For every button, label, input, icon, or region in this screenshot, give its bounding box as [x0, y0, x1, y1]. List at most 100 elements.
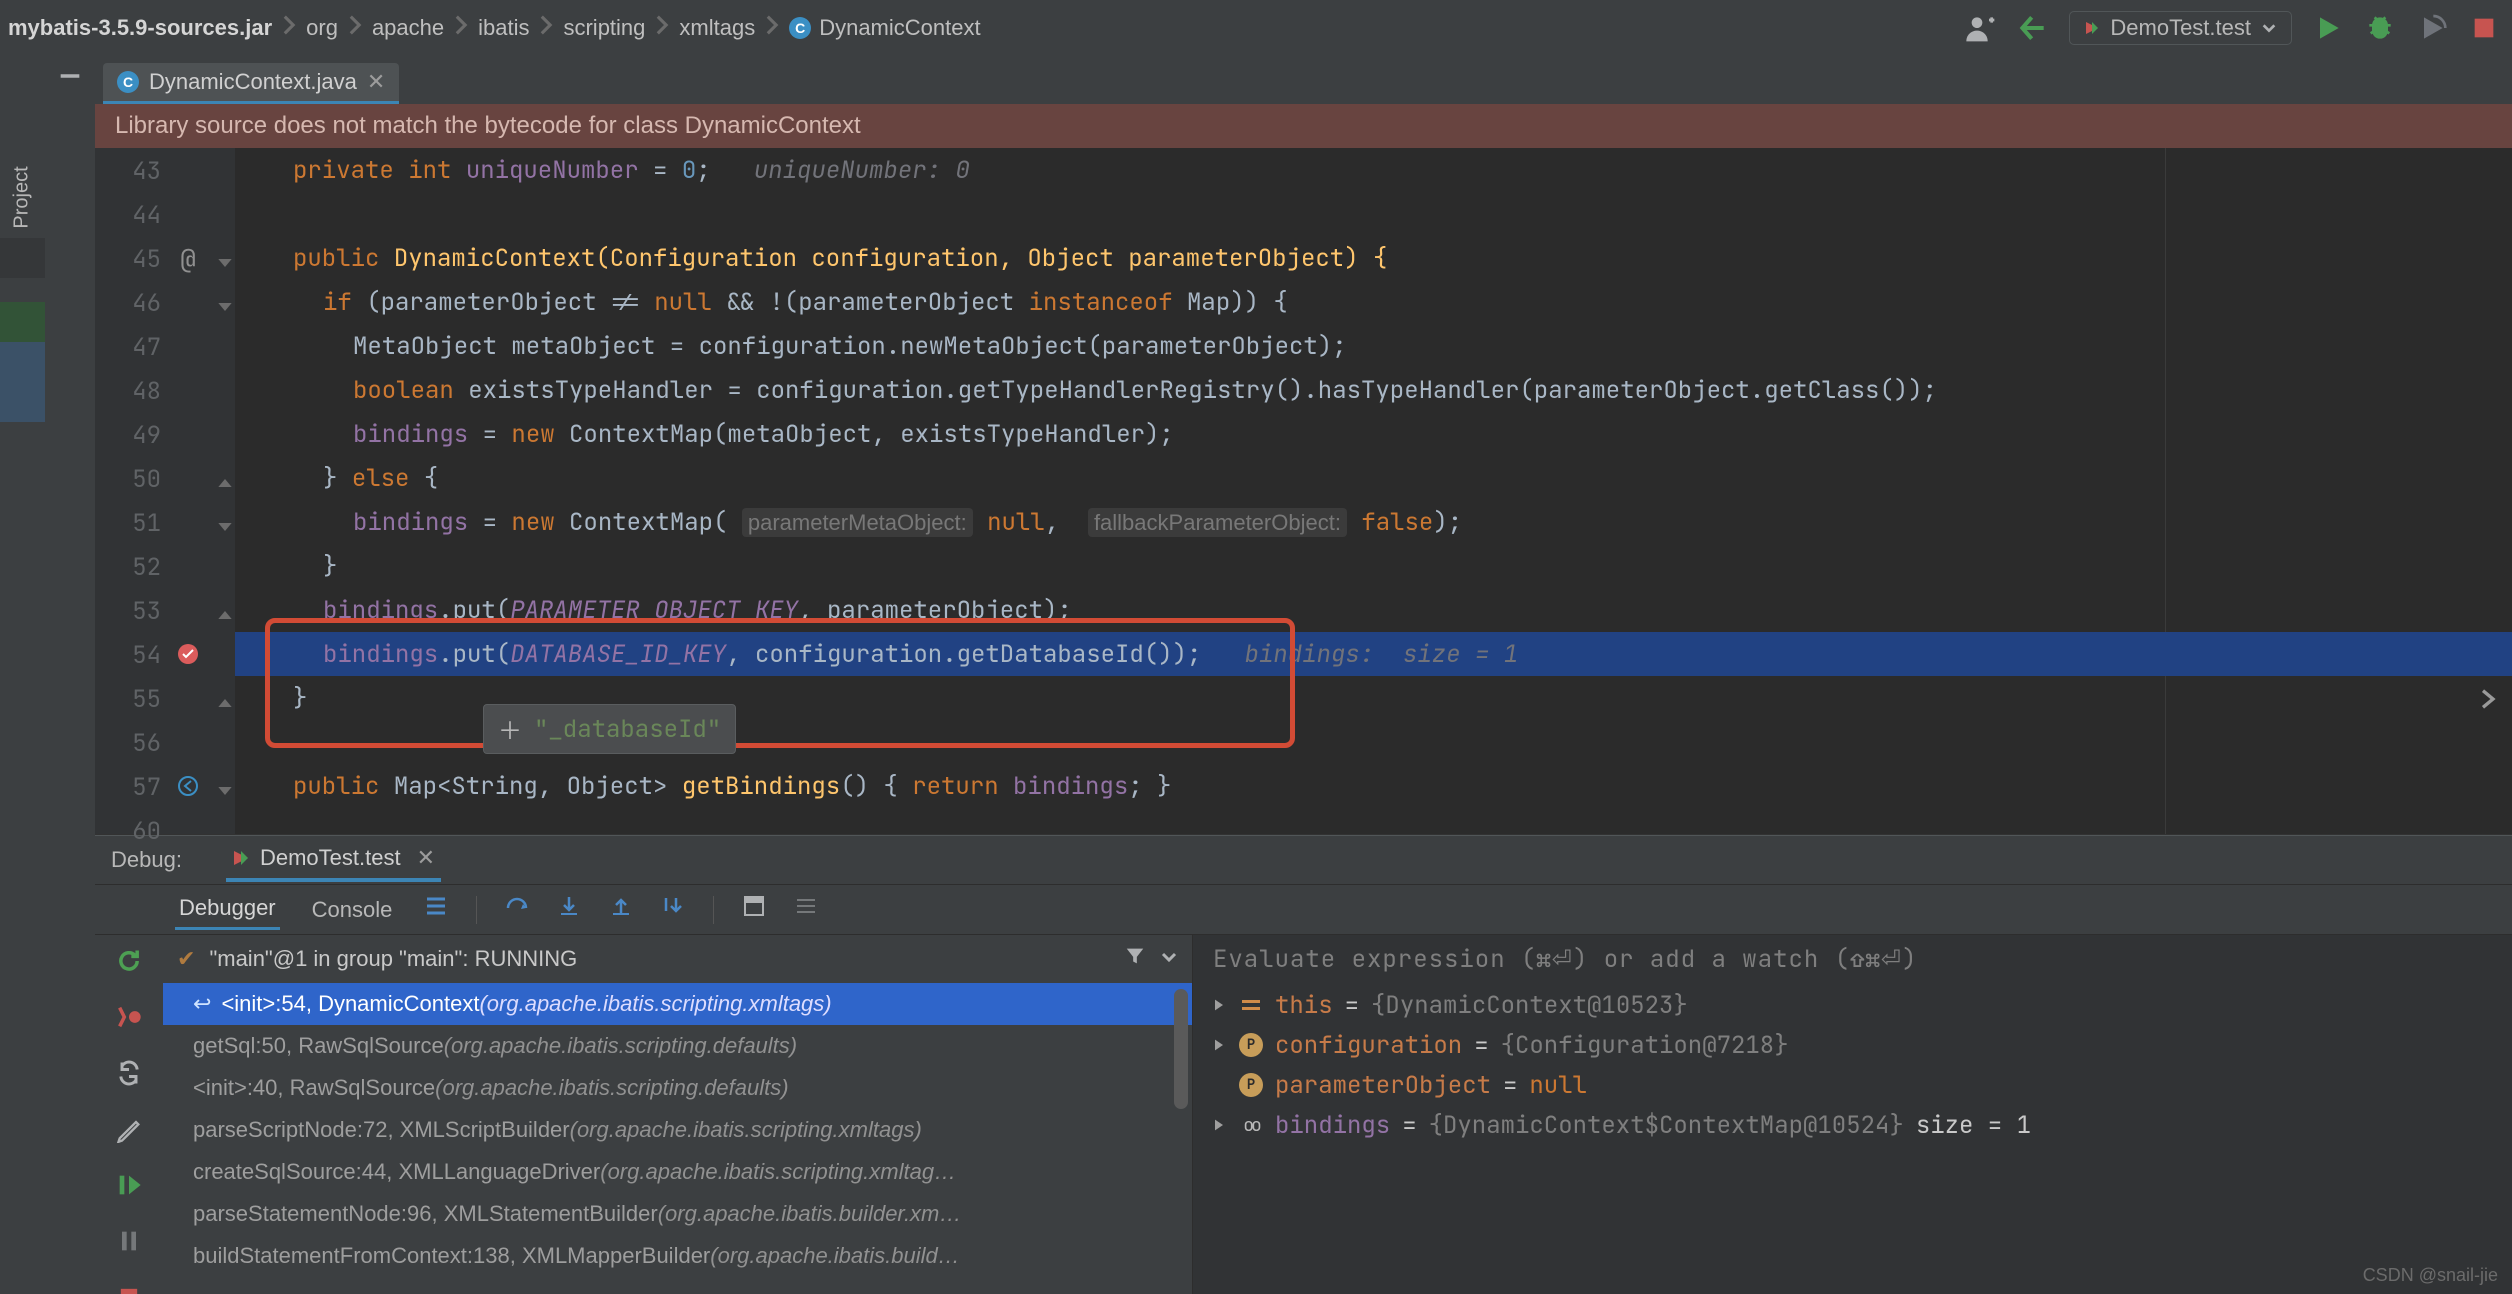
rail-marker-blue — [0, 382, 45, 422]
rerun-icon[interactable] — [115, 947, 143, 983]
trace-icon[interactable] — [794, 894, 818, 926]
frame-text: <init>:40, RawSqlSource — [193, 1075, 435, 1101]
editor-stack: C DynamicContext.java ✕ Library source d… — [95, 56, 2512, 1294]
chevron-right-icon[interactable] — [1211, 1030, 1227, 1061]
breadcrumb-ibatis[interactable]: ibatis — [478, 15, 529, 41]
stack-frame[interactable]: <init>:40, RawSqlSource (org.apache.ibat… — [163, 1067, 1192, 1109]
line-number: 51 — [95, 502, 161, 546]
code-line: bindings = new ContextMap(metaObject, ex… — [235, 412, 2512, 456]
user-icon[interactable] — [1965, 12, 1997, 44]
line-number: 49 — [95, 414, 161, 458]
update-icon[interactable] — [115, 1059, 143, 1095]
project-tool-tab[interactable]: Project — [11, 166, 34, 228]
step-over-icon[interactable] — [505, 894, 529, 926]
run-button[interactable] — [2312, 12, 2344, 44]
close-tab-icon[interactable]: ✕ — [367, 69, 385, 95]
run-configuration-selector[interactable]: DemoTest.test — [2069, 11, 2292, 45]
filter-icon[interactable] — [1124, 945, 1146, 973]
fold-icon[interactable] — [217, 248, 233, 264]
debugger-tab[interactable]: Debugger — [175, 889, 280, 930]
code-line: } else { — [235, 456, 2512, 500]
breadcrumb-class[interactable]: DynamicContext — [819, 15, 980, 41]
chevron-right-icon — [529, 13, 563, 43]
top-bar: mybatis-3.5.9-sources.jar org apache iba… — [0, 0, 2512, 56]
chevron-down-icon[interactable] — [1160, 946, 1178, 972]
watch-input[interactable]: Evaluate expression (⌘⏎) or add a watch … — [1193, 935, 2512, 983]
code-body[interactable]: private int uniqueNumber = 0; uniqueNumb… — [235, 148, 2512, 834]
code-line: public Map<String, Object> getBindings()… — [235, 764, 2512, 808]
settings-icon[interactable] — [115, 1115, 143, 1151]
test-icon — [2084, 20, 2100, 36]
evaluate-icon[interactable] — [742, 894, 766, 926]
coverage-button[interactable] — [2416, 12, 2448, 44]
modify-run-icon[interactable] — [115, 1003, 143, 1039]
threads-view-icon[interactable] — [424, 894, 448, 926]
fold-end-icon[interactable] — [217, 688, 233, 704]
pause-icon[interactable] — [115, 1227, 143, 1263]
separator — [713, 896, 714, 924]
fold-icon[interactable] — [217, 292, 233, 308]
debug-header: Debug: DemoTest.test ✕ — [95, 835, 2512, 885]
close-icon[interactable]: ✕ — [417, 845, 435, 871]
stack-frame[interactable]: parseScriptNode:72, XMLScriptBuilder (or… — [163, 1109, 1192, 1151]
fold-end-icon[interactable] — [217, 600, 233, 616]
variable-row[interactable]: P configuration = {Configuration@7218} — [1193, 1025, 2512, 1065]
override-gutter-icon[interactable]: @ — [165, 236, 211, 280]
frame-text: <init>:54, DynamicContext — [221, 991, 479, 1017]
class-icon: C — [117, 71, 139, 93]
stop-icon[interactable] — [115, 1283, 143, 1294]
var-value: {DynamicContext@10523} — [1371, 990, 1688, 1021]
chevron-right-icon — [338, 13, 372, 43]
chevron-right-icon[interactable] — [1211, 1110, 1227, 1141]
stack-frame[interactable]: ↩ <init>:54, DynamicContext (org.apache.… — [163, 983, 1192, 1025]
app-root: mybatis-3.5.9-sources.jar org apache iba… — [0, 0, 2512, 1294]
breadcrumb-apache[interactable]: apache — [372, 15, 444, 41]
scrollbar[interactable] — [1174, 989, 1188, 1109]
stack-frame[interactable]: getSql:50, RawSqlSource (org.apache.ibat… — [163, 1025, 1192, 1067]
fold-icon[interactable] — [217, 512, 233, 528]
step-out-icon[interactable] — [609, 894, 633, 926]
inline-hint-popup[interactable]: ＋ "_databaseId" — [483, 704, 736, 754]
frame-text: buildStatementFromContext:138, XMLMapper… — [193, 1243, 710, 1269]
breadcrumb-root[interactable]: mybatis-3.5.9-sources.jar — [8, 15, 272, 41]
variable-row[interactable]: P parameterObject = null — [1193, 1065, 2512, 1105]
debug-button[interactable] — [2364, 12, 2396, 44]
step-into-icon[interactable] — [557, 894, 581, 926]
stack-frame[interactable]: buildStatementFromContext:138, XMLMapper… — [163, 1235, 1192, 1277]
chevron-right-icon[interactable] — [1211, 990, 1227, 1021]
console-tab[interactable]: Console — [308, 891, 397, 929]
vcs-update-icon[interactable] — [2017, 12, 2049, 44]
editor-tab[interactable]: C DynamicContext.java ✕ — [103, 63, 399, 104]
line-number: 53 — [95, 590, 161, 634]
hint-value: "_databaseId" — [534, 714, 721, 745]
breadcrumb-org[interactable]: org — [306, 15, 338, 41]
main-body: Project Commit C DynamicContext.java ✕ L… — [0, 56, 2512, 1294]
stack-frame[interactable]: createSqlSource:44, XMLLanguageDriver (o… — [163, 1151, 1192, 1193]
implements-gutter-icon[interactable] — [165, 764, 211, 808]
expand-chevron-icon[interactable] — [2478, 686, 2498, 717]
variable-row[interactable]: this = {DynamicContext@10523} — [1193, 985, 2512, 1025]
frame-return-icon: ↩ — [193, 991, 211, 1017]
frame-pkg: (org.apache.ibatis.build… — [710, 1243, 959, 1269]
debug-body: ✔ "main"@1 in group "main": RUNNING ↩ <i… — [95, 935, 2512, 1294]
variable-row[interactable]: oo bindings = {DynamicContext$ContextMap… — [1193, 1105, 2512, 1145]
var-value: {DynamicContext$ContextMap@10524} — [1429, 1110, 1904, 1141]
debug-session-tab[interactable]: DemoTest.test ✕ — [226, 838, 441, 882]
code-line: private int uniqueNumber = 0; uniqueNumb… — [235, 148, 2512, 192]
stack-frame[interactable]: parseStatementNode:96, XMLStatementBuild… — [163, 1193, 1192, 1235]
run-to-cursor-icon[interactable] — [661, 894, 685, 926]
resume-icon[interactable] — [115, 1171, 143, 1207]
breakpoint-icon[interactable] — [165, 632, 211, 676]
fold-end-icon[interactable] — [217, 468, 233, 484]
breadcrumb-scripting[interactable]: scripting — [563, 15, 645, 41]
breadcrumb-xmltags[interactable]: xmltags — [679, 15, 755, 41]
project-collapse-strip[interactable] — [45, 56, 95, 1294]
frame-text: createSqlSource:44, XMLLanguageDriver — [193, 1159, 600, 1185]
code-editor[interactable]: 43 44 45 46 47 48 49 50 51 52 53 54 55 5… — [95, 148, 2512, 834]
line-number: 50 — [95, 458, 161, 502]
stop-button[interactable] — [2468, 12, 2500, 44]
frame-pkg: (org.apache.ibatis.scripting.defaults) — [435, 1075, 788, 1101]
frames-pane: ✔ "main"@1 in group "main": RUNNING ↩ <i… — [163, 935, 1193, 1294]
decompile-banner: Library source does not match the byteco… — [95, 104, 2512, 148]
fold-icon[interactable] — [217, 776, 233, 792]
